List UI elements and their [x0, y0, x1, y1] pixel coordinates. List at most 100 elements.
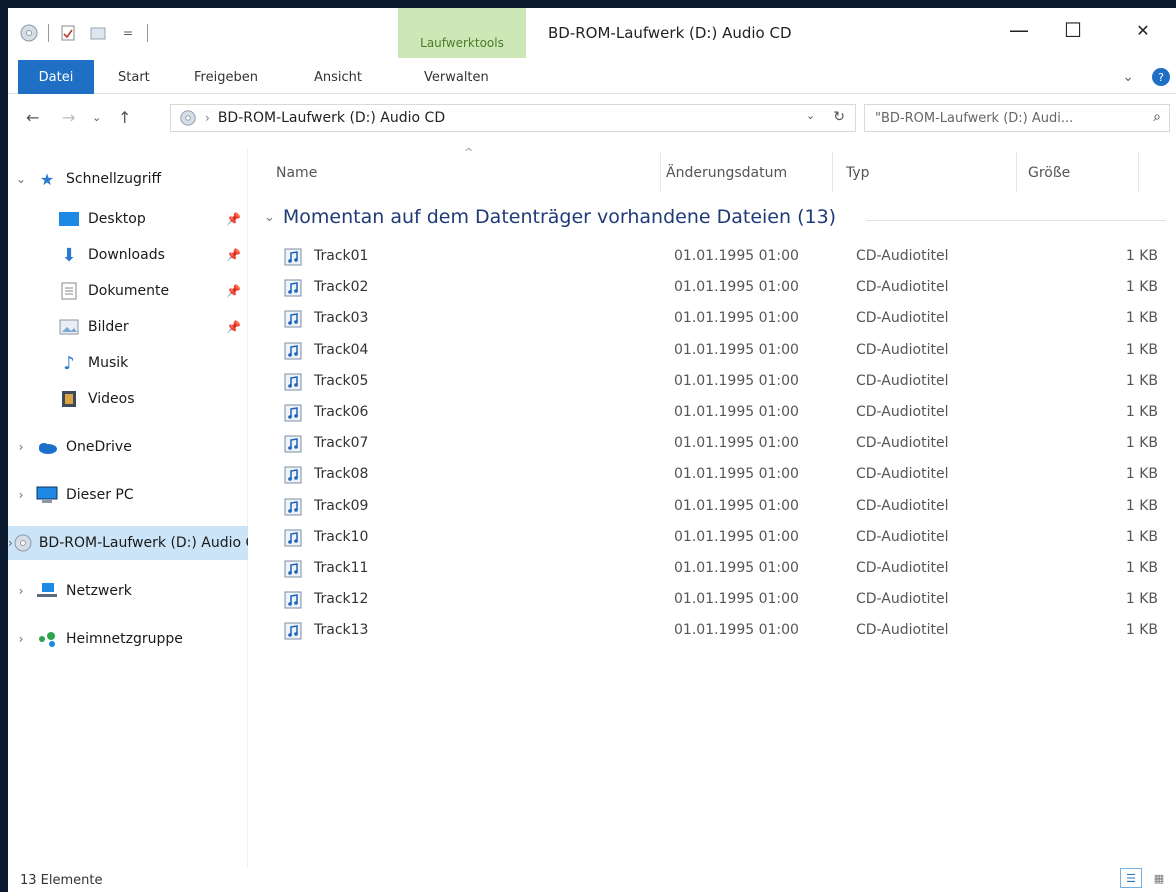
breadcrumb[interactable]: BD-ROM-Laufwerk (D:) Audio CD: [218, 110, 445, 126]
file-row[interactable]: Track06 01.01.1995 01:00 CD-Audiotitel 1 KB: [276, 398, 1158, 428]
nav-item-downloads[interactable]: ⬇ Downloads 📌: [8, 238, 248, 272]
title-bar: = Laufwerktools BD-ROM-Laufwerk (D:) Aud…: [8, 8, 1176, 58]
tab-share[interactable]: Freigeben: [194, 64, 258, 90]
chevron-right-icon[interactable]: ›: [8, 488, 34, 502]
file-row[interactable]: Track04 01.01.1995 01:00 CD-Audiotitel 1 KB: [276, 336, 1158, 366]
nav-item-pictures[interactable]: Bilder 📌: [8, 310, 248, 344]
nav-item-onedrive[interactable]: › OneDrive: [8, 430, 248, 464]
nav-item-network[interactable]: › Netzwerk: [8, 574, 248, 608]
file-row[interactable]: Track13 01.01.1995 01:00 CD-Audiotitel 1 KB: [276, 616, 1158, 646]
forward-arrow-icon[interactable]: →: [62, 108, 75, 127]
search-placeholder: "BD-ROM-Laufwerk (D:) Audi...: [875, 110, 1074, 126]
column-divider[interactable]: [832, 152, 833, 192]
nav-item-music[interactable]: ♪ Musik: [8, 346, 248, 380]
chevron-down-icon[interactable]: ⌄: [8, 172, 34, 186]
file-date: 01.01.1995 01:00: [674, 279, 799, 296]
large-icons-view-icon[interactable]: ▦: [1148, 868, 1170, 888]
quick-access-toolbar: =: [18, 22, 148, 44]
tab-view[interactable]: Ansicht: [314, 64, 362, 90]
file-date: 01.01.1995 01:00: [674, 466, 799, 483]
audio-track-icon: [284, 529, 302, 547]
back-arrow-icon[interactable]: ←: [26, 108, 39, 127]
file-date: 01.01.1995 01:00: [674, 372, 799, 389]
breadcrumb-chevron-icon: ›: [205, 111, 210, 125]
minimize-button[interactable]: —: [994, 8, 1044, 52]
file-row[interactable]: Track05 01.01.1995 01:00 CD-Audiotitel 1 KB: [276, 367, 1158, 397]
details-view-icon[interactable]: ☰: [1120, 868, 1142, 888]
ribbon-controls: ⌄ ?: [1122, 68, 1170, 86]
help-icon[interactable]: ?: [1152, 68, 1170, 86]
chevron-right-icon[interactable]: ›: [8, 440, 34, 454]
file-row[interactable]: Track03 01.01.1995 01:00 CD-Audiotitel 1 KB: [276, 304, 1158, 334]
column-header-name[interactable]: Name: [276, 148, 317, 198]
tab-manage[interactable]: Verwalten: [424, 64, 489, 90]
column-divider[interactable]: [1138, 152, 1139, 192]
nav-label: Downloads: [88, 247, 165, 263]
file-name: Track01: [314, 248, 369, 264]
nav-label: Bilder: [88, 319, 129, 335]
address-bar[interactable]: › BD-ROM-Laufwerk (D:) Audio CD ⌄ ↻: [170, 104, 856, 132]
file-date: 01.01.1995 01:00: [674, 248, 799, 264]
file-row[interactable]: Track10 01.01.1995 01:00 CD-Audiotitel 1 KB: [276, 523, 1158, 553]
up-arrow-icon[interactable]: ↑: [118, 108, 131, 127]
column-divider[interactable]: [1016, 152, 1017, 192]
file-row[interactable]: Track09 01.01.1995 01:00 CD-Audiotitel 1 KB: [276, 492, 1158, 522]
nav-item-desktop[interactable]: Desktop 📌: [8, 202, 248, 236]
chevron-right-icon[interactable]: ›: [8, 632, 34, 646]
file-type: CD-Audiotitel: [856, 466, 949, 483]
sort-ascending-icon: ^: [464, 146, 474, 159]
file-name: Track04: [314, 341, 369, 358]
audio-track-icon: [284, 498, 302, 516]
file-row[interactable]: Track08 01.01.1995 01:00 CD-Audiotitel 1 KB: [276, 460, 1158, 490]
item-count: 13 Elemente: [20, 872, 103, 888]
column-header-size[interactable]: Größe: [1028, 148, 1070, 198]
column-header-type[interactable]: Typ: [846, 148, 870, 198]
search-input[interactable]: "BD-ROM-Laufwerk (D:) Audi... ⌕: [864, 104, 1170, 132]
context-tab-drive-tools[interactable]: Laufwerktools: [398, 8, 526, 58]
file-row[interactable]: Track11 01.01.1995 01:00 CD-Audiotitel 1 KB: [276, 554, 1158, 584]
file-row[interactable]: Track01 01.01.1995 01:00 CD-Audiotitel 1 KB: [276, 242, 1158, 272]
file-name: Track05: [314, 372, 369, 389]
nav-item-documents[interactable]: Dokumente 📌: [8, 274, 248, 308]
column-divider[interactable]: [660, 152, 661, 192]
nav-label: Desktop: [88, 211, 146, 227]
close-button[interactable]: ✕: [1118, 8, 1168, 52]
file-type: CD-Audiotitel: [856, 404, 949, 420]
computer-icon: [34, 485, 60, 505]
new-folder-icon[interactable]: [87, 22, 109, 44]
disc-icon[interactable]: [18, 22, 40, 44]
customize-toolbar-icon[interactable]: =: [117, 22, 139, 44]
file-date: 01.01.1995 01:00: [674, 591, 799, 608]
expand-ribbon-icon[interactable]: ⌄: [1122, 69, 1134, 85]
file-date: 01.01.1995 01:00: [674, 341, 799, 358]
document-icon: [56, 281, 82, 301]
homegroup-icon: [34, 629, 60, 649]
nav-item-this-pc[interactable]: › Dieser PC: [8, 478, 248, 512]
tab-start[interactable]: Start: [118, 64, 150, 90]
maximize-button[interactable]: ☐: [1048, 8, 1098, 52]
file-row[interactable]: Track07 01.01.1995 01:00 CD-Audiotitel 1 KB: [276, 429, 1158, 459]
chevron-right-icon[interactable]: ›: [8, 584, 34, 598]
file-row[interactable]: Track12 01.01.1995 01:00 CD-Audiotitel 1 KB: [276, 585, 1158, 615]
refresh-icon[interactable]: ↻: [833, 109, 845, 125]
download-icon: ⬇: [61, 244, 77, 266]
tab-file[interactable]: Datei: [18, 60, 94, 94]
pictures-icon: [56, 317, 82, 337]
file-date: 01.01.1995 01:00: [674, 497, 799, 514]
file-size: 1 KB: [1125, 622, 1158, 639]
nav-item-videos[interactable]: Videos: [8, 382, 248, 416]
column-header-date[interactable]: Änderungsdatum: [666, 148, 787, 198]
file-type: CD-Audiotitel: [856, 528, 949, 545]
pin-icon: 📌: [226, 284, 241, 298]
nav-item-homegroup[interactable]: › Heimnetzgruppe: [8, 622, 248, 656]
address-dropdown-icon[interactable]: ⌄: [806, 109, 815, 125]
file-row[interactable]: Track02 01.01.1995 01:00 CD-Audiotitel 1 KB: [276, 273, 1158, 303]
nav-item-quick-access[interactable]: ⌄ ★ Schnellzugriff: [8, 162, 248, 196]
recent-locations-icon[interactable]: ⌄: [92, 111, 101, 124]
nav-item-bd-rom[interactable]: › BD-ROM-Laufwerk (D:) Audio CD: [8, 526, 248, 560]
group-header[interactable]: ⌄ Momentan auf dem Datenträger vorhanden…: [264, 206, 836, 228]
file-type: CD-Audiotitel: [856, 560, 949, 576]
chevron-down-icon[interactable]: ⌄: [264, 210, 275, 225]
search-icon[interactable]: ⌕: [1153, 109, 1161, 125]
properties-icon[interactable]: [57, 22, 79, 44]
